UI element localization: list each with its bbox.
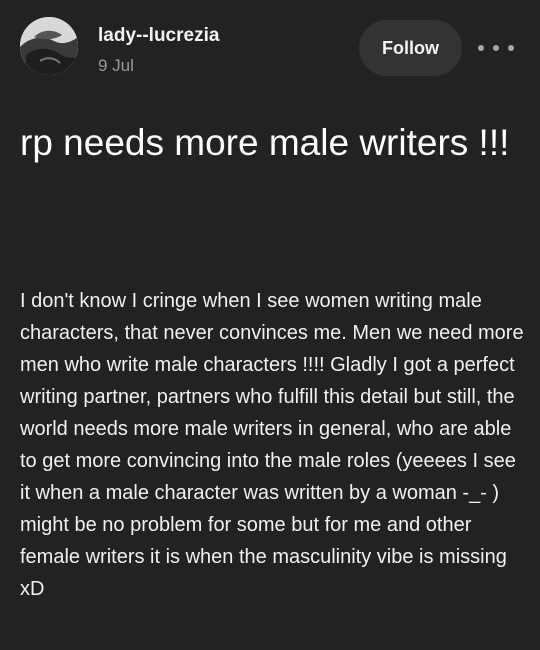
follow-button[interactable]: Follow: [359, 20, 462, 76]
post-body: I don't know I cringe when I see women w…: [20, 290, 524, 600]
post-date[interactable]: 9 Jul: [98, 56, 134, 76]
ellipsis-icon: [493, 45, 499, 51]
ellipsis-icon: [478, 45, 484, 51]
avatar[interactable]: [20, 17, 78, 75]
more-options-button[interactable]: [478, 37, 514, 59]
avatar-photo-icon: [20, 17, 78, 75]
ellipsis-icon: [508, 45, 514, 51]
post-title: rp needs more male writers !!!: [20, 122, 510, 163]
author-username[interactable]: lady--lucrezia: [98, 25, 219, 47]
